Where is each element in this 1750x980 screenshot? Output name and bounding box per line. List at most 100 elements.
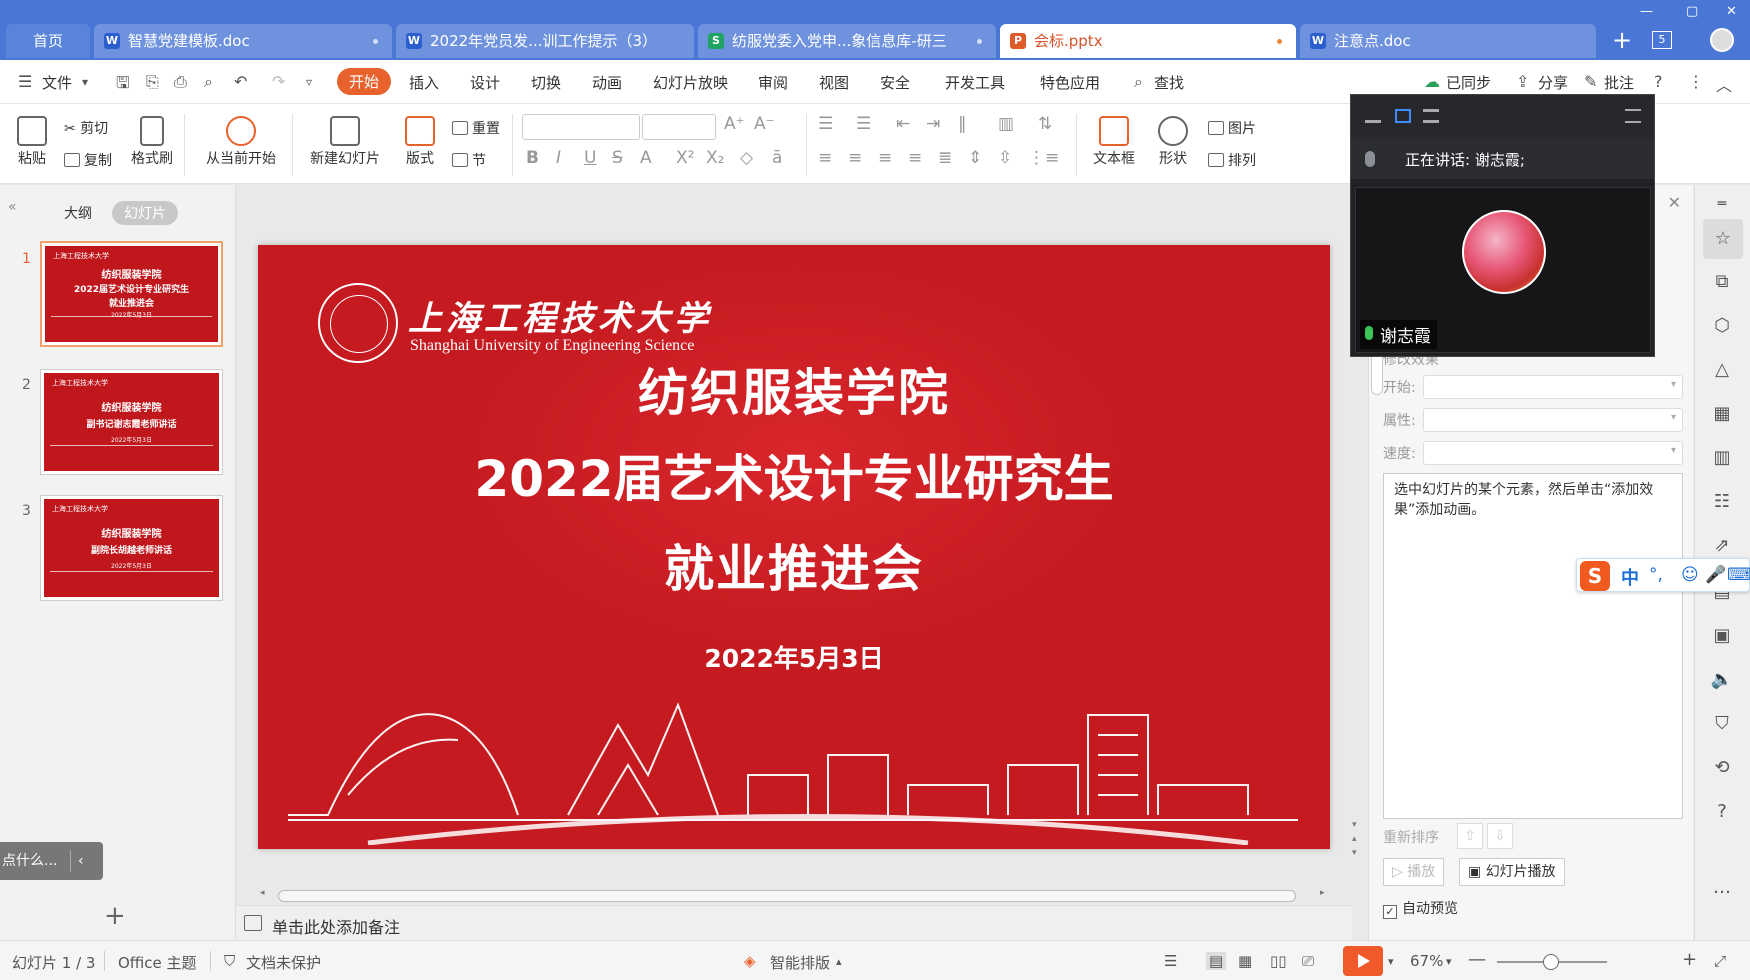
copy-button[interactable]: 复制 <box>64 150 112 170</box>
design-icon[interactable]: △ <box>1709 357 1735 383</box>
menu-design[interactable]: 设计 <box>470 72 500 93</box>
speed-select[interactable] <box>1423 441 1683 465</box>
menu-developer[interactable]: 开发工具 <box>945 72 1005 93</box>
reset-button[interactable]: 重置 <box>452 118 500 138</box>
redo-icon[interactable]: ↷ <box>272 72 285 91</box>
animation-star-icon[interactable]: ☆ <box>1703 219 1743 259</box>
shield-icon[interactable]: ⛉ <box>1709 711 1735 737</box>
minimize-icon[interactable] <box>1365 109 1381 123</box>
tab-doc-template[interactable]: W 智慧党建模板.doc <box>94 24 392 58</box>
section-button[interactable]: 节 <box>452 150 486 170</box>
sorter-view-icon[interactable]: ▦ <box>1238 952 1252 970</box>
transition-icon[interactable]: ⧉ <box>1709 269 1735 295</box>
menu-start[interactable]: 开始 <box>337 68 392 95</box>
user-avatar[interactable] <box>1710 28 1734 52</box>
notes-pane[interactable]: 单击此处添加备注 <box>236 905 1352 941</box>
collapse-menu-icon[interactable] <box>1625 109 1641 123</box>
tab-sheet-database[interactable]: S 纺服党委入党申...象信息库-研三 <box>698 24 996 58</box>
sogou-logo-icon[interactable]: S <box>1580 561 1610 591</box>
collapse-ribbon-icon[interactable]: ︿ <box>1716 72 1732 96</box>
shape-button[interactable]: 形状 <box>1150 116 1196 168</box>
search-menu[interactable]: 查找 <box>1154 72 1184 93</box>
align-right-icon[interactable]: ≡ <box>878 148 892 168</box>
shape-style-icon[interactable]: ⬡ <box>1709 313 1735 339</box>
slide-thumbnail[interactable]: 上海工程技术大学 纺织服装学院 副院长胡越老师讲话 2022年5月3日 <box>40 495 223 601</box>
close-icon[interactable]: ✕ <box>1726 4 1737 19</box>
italic-icon[interactable]: I <box>556 148 561 168</box>
tab-pptx-active[interactable]: P 会标.pptx <box>1000 24 1296 58</box>
chevron-left-icon[interactable]: ‹ <box>78 842 84 880</box>
settings-sliders-icon[interactable]: ☷ <box>1709 489 1735 515</box>
slideshow-button[interactable]: ▣ 幻灯片播放 <box>1459 858 1565 886</box>
property-select[interactable] <box>1423 408 1683 432</box>
font-size-select[interactable] <box>642 114 716 140</box>
tab-outline[interactable]: 大纲 <box>52 201 104 225</box>
search-icon[interactable]: ⌕ <box>1134 72 1143 92</box>
menu-security[interactable]: 安全 <box>880 72 910 93</box>
font-name-select[interactable] <box>522 114 640 140</box>
indent-icon[interactable]: ⇥ <box>926 114 940 134</box>
reading-view-icon[interactable]: ▯▯ <box>1270 952 1287 970</box>
format-painter-button[interactable]: 格式刷 <box>126 116 178 168</box>
ime-punctuation[interactable]: °, <box>1649 565 1663 585</box>
char-spacing-icon[interactable]: ā <box>772 148 782 168</box>
save-icon[interactable]: 🖫 <box>116 72 130 99</box>
move-up-arrow-icon[interactable]: ⇧ <box>1457 823 1483 849</box>
notes-placeholder[interactable]: 单击此处添加备注 <box>272 914 400 938</box>
start-select[interactable] <box>1423 375 1683 399</box>
menu-view[interactable]: 视图 <box>819 72 849 93</box>
keyboard-icon[interactable]: ⌨ <box>1727 565 1750 585</box>
ime-mode[interactable]: 中 <box>1621 564 1639 590</box>
paste-button[interactable]: 粘贴 <box>12 116 52 168</box>
vertical-align-icon[interactable]: ⇕ <box>968 148 982 168</box>
justify-icon[interactable]: ≡ <box>908 148 922 168</box>
menu-review[interactable]: 审阅 <box>758 72 788 93</box>
text-direction-icon[interactable]: ⇅ <box>1038 114 1052 134</box>
chevron-down-icon[interactable]: ▾ <box>1388 955 1394 968</box>
notes-toggle-icon[interactable]: ☰ <box>1164 952 1177 970</box>
tab-doc-notes[interactable]: W 注意点.doc <box>1300 24 1596 58</box>
menu-special[interactable]: 特色应用 <box>1040 72 1100 93</box>
undo-icon[interactable]: ↶ <box>234 72 247 91</box>
hamburger-menu-icon[interactable]: ☰ <box>18 72 32 91</box>
zoom-dropdown-icon[interactable]: ▾ <box>1446 955 1452 968</box>
text-box-button[interactable]: 文本框 <box>1084 116 1144 168</box>
picture-button[interactable]: 图片 <box>1208 118 1256 138</box>
zoom-level[interactable]: 67% <box>1410 952 1443 970</box>
slide-thumbnail[interactable]: 上海工程技术大学 纺织服装学院 副书记谢志霞老师讲话 2022年5月3日 <box>40 369 223 475</box>
smart-layout-button[interactable]: 智能排版 <box>770 952 830 973</box>
new-tab-plus-icon[interactable]: + <box>1612 26 1632 54</box>
maximize-icon[interactable]: ▢ <box>1686 4 1698 19</box>
layout-button[interactable]: 版式 <box>398 116 442 168</box>
bold-icon[interactable]: B <box>526 148 539 168</box>
scroll-right-icon[interactable]: ▸ <box>1320 888 1325 898</box>
slide-title-cohort[interactable]: 2022届艺术设计专业研究生 <box>258 439 1330 511</box>
tab-count-badge[interactable]: 5 <box>1652 31 1672 49</box>
horizontal-scrollbar[interactable]: ◂ ▸ <box>258 888 1334 904</box>
preview-icon[interactable]: ⌕ <box>204 72 213 92</box>
fit-window-icon[interactable]: ⤢ <box>1714 952 1726 970</box>
clear-format-icon[interactable]: ◇ <box>740 148 753 168</box>
align-left-icon[interactable]: ≡ <box>818 148 832 168</box>
comment-button[interactable]: 批注 <box>1604 72 1634 93</box>
arrange-button[interactable]: 排列 <box>1208 150 1256 170</box>
more-dots-icon[interactable]: … <box>1709 875 1735 901</box>
scrollbar-thumb[interactable] <box>278 890 1296 902</box>
menu-transition[interactable]: 切换 <box>531 72 561 93</box>
gallery-view-icon[interactable] <box>1423 109 1439 123</box>
menu-insert[interactable]: 插入 <box>409 72 439 93</box>
strikethrough-icon[interactable]: S <box>612 148 623 168</box>
slideshow-play-button[interactable] <box>1343 946 1383 976</box>
video-meeting-window[interactable]: 正在讲话: 谢志霞; 谢志霞 <box>1350 94 1655 357</box>
share-button[interactable]: 分享 <box>1538 72 1568 93</box>
chart-icon[interactable]: ▥ <box>1709 445 1735 471</box>
assistant-hint[interactable]: 点什么... ‹ <box>0 842 103 880</box>
cut-button[interactable]: ✂ 剪切 <box>64 118 108 138</box>
sidebar-menu-icon[interactable]: ═ <box>1709 191 1735 217</box>
theme-name[interactable]: Office 主题 <box>118 952 197 973</box>
voice-input-icon[interactable]: 🎤 <box>1705 565 1726 585</box>
bullet-list-icon[interactable]: ☰ <box>818 114 833 134</box>
vertical-scroll-arrows[interactable]: ▾ ▴ ▾ <box>1352 818 1357 860</box>
close-pane-icon[interactable]: ✕ <box>1668 193 1681 212</box>
presenter-view-icon[interactable]: ⎚ <box>1302 952 1314 970</box>
